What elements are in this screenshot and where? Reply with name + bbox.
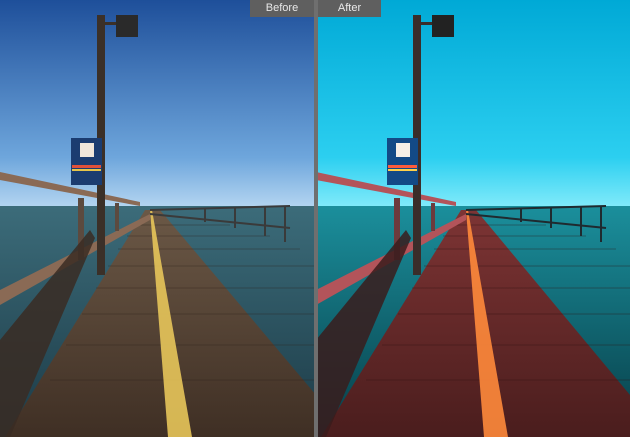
after-label: After: [318, 0, 381, 17]
before-pier-photo: [0, 0, 316, 437]
after-image-pane[interactable]: [316, 0, 630, 437]
before-image-pane[interactable]: [0, 0, 316, 437]
after-pier-photo: [316, 0, 630, 437]
before-after-compare-view: Before After: [0, 0, 630, 437]
compare-divider[interactable]: [314, 0, 318, 437]
before-label: Before: [250, 0, 314, 17]
